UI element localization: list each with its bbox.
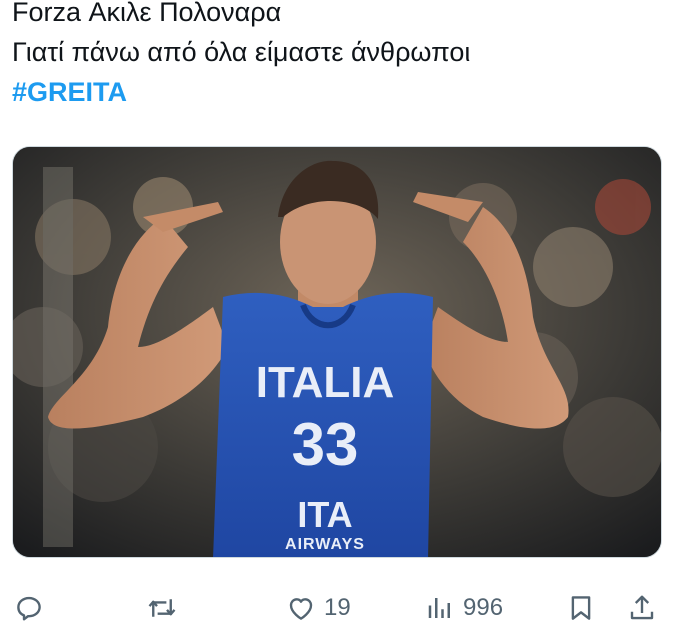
heart-icon: [289, 598, 313, 620]
share-icon: [630, 595, 654, 620]
tweet-photo[interactable]: ITALIA 33 ITA AIRWAYS: [12, 146, 662, 558]
tweet-text: Forza Ακιλε Πολοναρα Γιατί πάνω από όλα …: [12, 0, 692, 112]
views-count: 996: [463, 594, 504, 621]
retweet-icon: [148, 599, 176, 617]
retweet-button[interactable]: [147, 586, 177, 630]
reply-button[interactable]: [14, 586, 44, 630]
tweet-line-1: Forza Ακιλε Πολοναρα: [12, 0, 282, 27]
views-chart-icon: [428, 598, 450, 618]
reply-icon: [17, 596, 41, 621]
like-count: 19: [324, 594, 351, 621]
basketball-player-photo: ITALIA 33 ITA AIRWAYS: [13, 147, 661, 557]
sponsor-logo: ITA: [297, 494, 352, 535]
tweet-actions-bar: 19 996: [0, 586, 700, 630]
share-button[interactable]: [627, 586, 657, 630]
tweet-line-2: Γιατί πάνω από όλα είμαστε άνθρωποι: [12, 37, 471, 67]
views-button[interactable]: 996: [425, 586, 503, 630]
jersey-text: ITALIA: [256, 358, 395, 407]
hashtag-link[interactable]: #GREITA: [12, 72, 692, 112]
bookmark-icon: [571, 596, 591, 620]
like-button[interactable]: 19: [286, 586, 351, 630]
sponsor-text: AIRWAYS: [285, 536, 365, 553]
bookmark-button[interactable]: [566, 586, 596, 630]
jersey-number: 33: [292, 411, 359, 478]
